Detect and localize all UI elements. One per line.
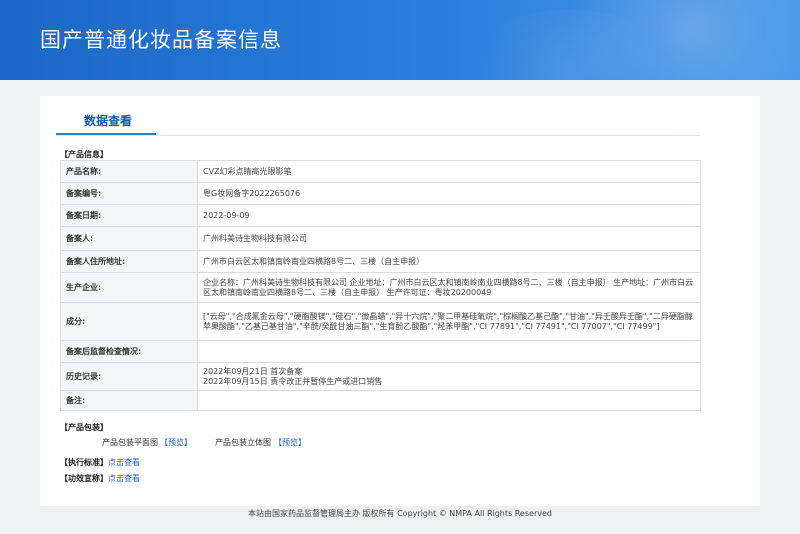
content-panel: 数据查看 【产品信息】 产品名称: CVZ幻彩点睛高光眼影笔 备案编号: 粤G妆… bbox=[40, 96, 760, 506]
efficacy-heading: 【功效宣称】 bbox=[60, 474, 108, 483]
table-row: 备案后监督检查情况: bbox=[60, 340, 701, 363]
standard-heading: 【执行标准】 bbox=[60, 458, 108, 467]
history-value: 2022年09月21日 首次备案 2022年09月15日 责令改正并暂停生产或进… bbox=[197, 362, 701, 391]
flat-package-preview-link[interactable]: 【预览】 bbox=[160, 437, 192, 448]
row-key: 备注: bbox=[60, 390, 198, 411]
row-key: 备案人住所地址: bbox=[60, 250, 198, 273]
table-row: 备注: bbox=[60, 390, 701, 411]
record-date-value: 2022-09-09 bbox=[197, 204, 701, 227]
table-row: 生产企业: 企业名称：广州科美诗生物科技有限公司 企业地址：广州市白云区太和镇南… bbox=[60, 272, 701, 303]
remarks-value bbox=[197, 390, 701, 411]
history-entry: 2022年09月15日 责令改正并暂停生产或进口销售 bbox=[203, 376, 383, 386]
page-title: 国产普通化妆品备案信息 bbox=[40, 28, 282, 52]
table-row: 产品名称: CVZ幻彩点睛高光眼影笔 bbox=[60, 160, 701, 183]
row-key: 历史记录: bbox=[60, 362, 198, 391]
row-key: 备案后监督检查情况: bbox=[60, 340, 198, 363]
footer-copyright: 本站由国家药品监督管理局主办 版权所有 Copyright © NMPA All… bbox=[248, 509, 552, 518]
table-row: 备案人: 广州科美诗生物科技有限公司 bbox=[60, 226, 701, 251]
solid-package-preview-link[interactable]: 【预览】 bbox=[274, 437, 306, 448]
row-key: 备案编号: bbox=[60, 182, 198, 205]
packaging-heading: 【产品包装】 bbox=[60, 423, 108, 432]
tab-data-view[interactable]: 数据查看 bbox=[60, 112, 156, 134]
row-key: 备案日期: bbox=[60, 204, 198, 227]
row-key: 备案人: bbox=[60, 226, 198, 251]
product-info-table: 产品名称: CVZ幻彩点睛高光眼影笔 备案编号: 粤G妆网备字202226507… bbox=[60, 160, 701, 411]
registrant-value: 广州科美诗生物科技有限公司 bbox=[197, 226, 701, 251]
manufacturer-value: 企业名称：广州科美诗生物科技有限公司 企业地址：广州市白云区太和镇南岭南业四横路… bbox=[197, 272, 701, 303]
flat-package-label: 产品包装平面图 bbox=[102, 438, 158, 447]
row-key: 生产企业: bbox=[60, 272, 198, 303]
table-row: 历史记录: 2022年09月21日 首次备案 2022年09月15日 责令改正并… bbox=[60, 362, 701, 391]
table-row: 备案人住所地址: 广州市白云区太和镇南岭南业四横路8号二、三楼（自主申报） bbox=[60, 250, 701, 273]
efficacy-view-link[interactable]: 点击查看 bbox=[108, 473, 140, 484]
row-key: 产品名称: bbox=[60, 160, 198, 183]
product-name-value: CVZ幻彩点睛高光眼影笔 bbox=[197, 160, 701, 183]
header-banner: 国产普通化妆品备案信息 bbox=[0, 0, 800, 80]
table-row: 备案编号: 粤G妆网备字2022265076 bbox=[60, 182, 701, 205]
product-info-heading: 【产品信息】 bbox=[60, 150, 108, 159]
standard-view-link[interactable]: 点击查看 bbox=[108, 457, 140, 468]
ingredients-value: ["云母","合成氟金云母","硬脂酸镁","硅石","微晶蜡","异十六烷",… bbox=[197, 302, 701, 341]
table-row: 备案日期: 2022-09-09 bbox=[60, 204, 701, 227]
row-key: 成分: bbox=[60, 302, 198, 341]
table-row: 成分: ["云母","合成氟金云母","硬脂酸镁","硅石","微晶蜡","异十… bbox=[60, 302, 701, 341]
record-number-value: 粤G妆网备字2022265076 bbox=[197, 182, 701, 205]
inspection-value bbox=[197, 340, 701, 363]
history-entry: 2022年09月21日 首次备案 bbox=[203, 366, 303, 376]
solid-package-label: 产品包装立体图 bbox=[215, 438, 271, 447]
registrant-address-value: 广州市白云区太和镇南岭南业四横路8号二、三楼（自主申报） bbox=[197, 250, 701, 273]
tab-divider bbox=[56, 135, 700, 136]
